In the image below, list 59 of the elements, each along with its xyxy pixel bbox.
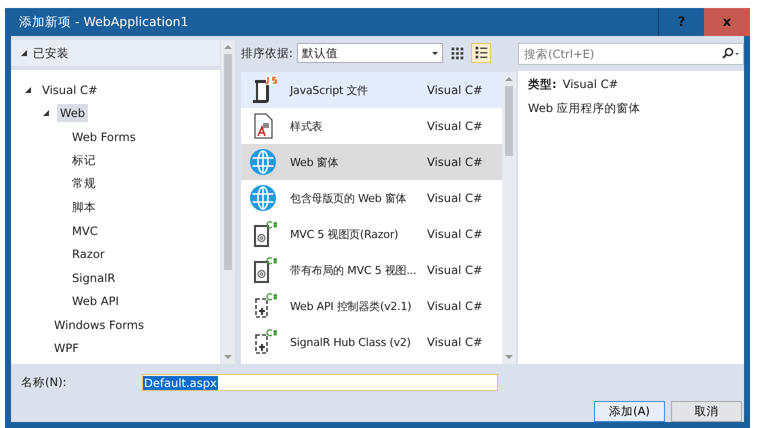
name-label: 名称(N): xyxy=(21,375,68,390)
cancel-button[interactable]: 取消 xyxy=(671,401,742,422)
template-item[interactable]: Web 窗体 Visual C# xyxy=(241,144,502,180)
template-name: MVC 5 视图页(Razor) xyxy=(290,226,400,242)
sort-dropdown[interactable]: 默认值 xyxy=(296,43,443,63)
template-item[interactable]: 样式表 Visual C# xyxy=(241,108,502,144)
tree-item[interactable]: Windows Forms xyxy=(51,316,147,334)
globe-icon xyxy=(249,184,277,212)
close-button[interactable]: x xyxy=(704,8,750,36)
template-language: Visual C# xyxy=(427,83,483,97)
template-item[interactable]: MVC 5 视图页(Razor) Visual C# xyxy=(241,216,502,252)
tree-item[interactable]: Web API xyxy=(69,292,122,310)
globe-icon xyxy=(249,148,277,176)
template-item[interactable]: 带有布局的 MVC 5 视图... Visual C# xyxy=(241,252,502,288)
tree-item[interactable]: Web Forms xyxy=(69,128,139,146)
template-item[interactable]: 包含母版页的 Web 窗体 Visual C# xyxy=(241,180,502,216)
template-language: Visual C# xyxy=(427,335,483,349)
template-item[interactable]: Web API 控制器类(v2.1) Visual C# xyxy=(241,288,502,324)
sort-label: 排序依据: xyxy=(241,46,293,60)
template-language: Visual C# xyxy=(427,155,483,169)
search-field[interactable]: 搜索(Ctrl+E) xyxy=(518,43,744,65)
template-name: Web API 控制器类(v2.1) xyxy=(290,298,412,314)
tree-item[interactable]: SignalR xyxy=(69,268,118,287)
tree-item[interactable]: 脚本 xyxy=(69,198,99,217)
template-language: Visual C# xyxy=(427,191,483,205)
selected-text: Default.aspx xyxy=(143,376,218,390)
tree-item[interactable]: Web xyxy=(57,104,88,122)
template-name: 包含母版页的 Web 窗体 xyxy=(290,190,408,206)
search-icon xyxy=(720,47,740,61)
template-item[interactable]: SignalR Hub Class (v2) Visual C# xyxy=(241,324,502,360)
template-language: Visual C# xyxy=(427,119,483,133)
expand-icon[interactable] xyxy=(43,110,49,116)
tree-item[interactable]: Visual C# xyxy=(39,80,101,99)
template-language: Visual C# xyxy=(427,299,483,313)
template-language: Visual C# xyxy=(427,263,483,277)
expand-icon[interactable] xyxy=(21,50,27,56)
template-name: 样式表 xyxy=(290,118,324,134)
tree-header[interactable]: 已安装 xyxy=(33,46,69,60)
tree-item[interactable]: WPF xyxy=(51,339,82,358)
name-field[interactable]: Default.aspx xyxy=(142,374,498,391)
template-item[interactable]: JavaScript 文件 Visual C# xyxy=(241,72,502,108)
template-name: Web 窗体 xyxy=(290,154,340,170)
list-view-icon[interactable] xyxy=(470,43,491,63)
add-button[interactable]: 添加(A) xyxy=(594,401,665,422)
scrollbar[interactable] xyxy=(502,72,516,364)
tree-item[interactable]: MVC xyxy=(69,222,101,240)
template-name: JavaScript 文件 xyxy=(290,82,370,98)
window-title: 添加新项 - WebApplication1 xyxy=(18,14,190,30)
type-value: Visual C# xyxy=(562,77,618,92)
tree-item[interactable]: 标记 xyxy=(69,150,99,170)
tree-item[interactable]: Razor xyxy=(69,245,108,264)
expand-icon[interactable] xyxy=(25,86,31,93)
template-name: 带有布局的 MVC 5 视图... xyxy=(290,262,418,278)
tree-item[interactable]: 常规 xyxy=(69,174,99,194)
type-label: 类型: xyxy=(528,77,557,92)
template-description: Web 应用程序的窗体 xyxy=(528,101,642,116)
scrollbar[interactable] xyxy=(221,40,235,364)
template-language: Visual C# xyxy=(427,227,483,241)
template-name: SignalR Hub Class (v2) xyxy=(290,336,412,348)
